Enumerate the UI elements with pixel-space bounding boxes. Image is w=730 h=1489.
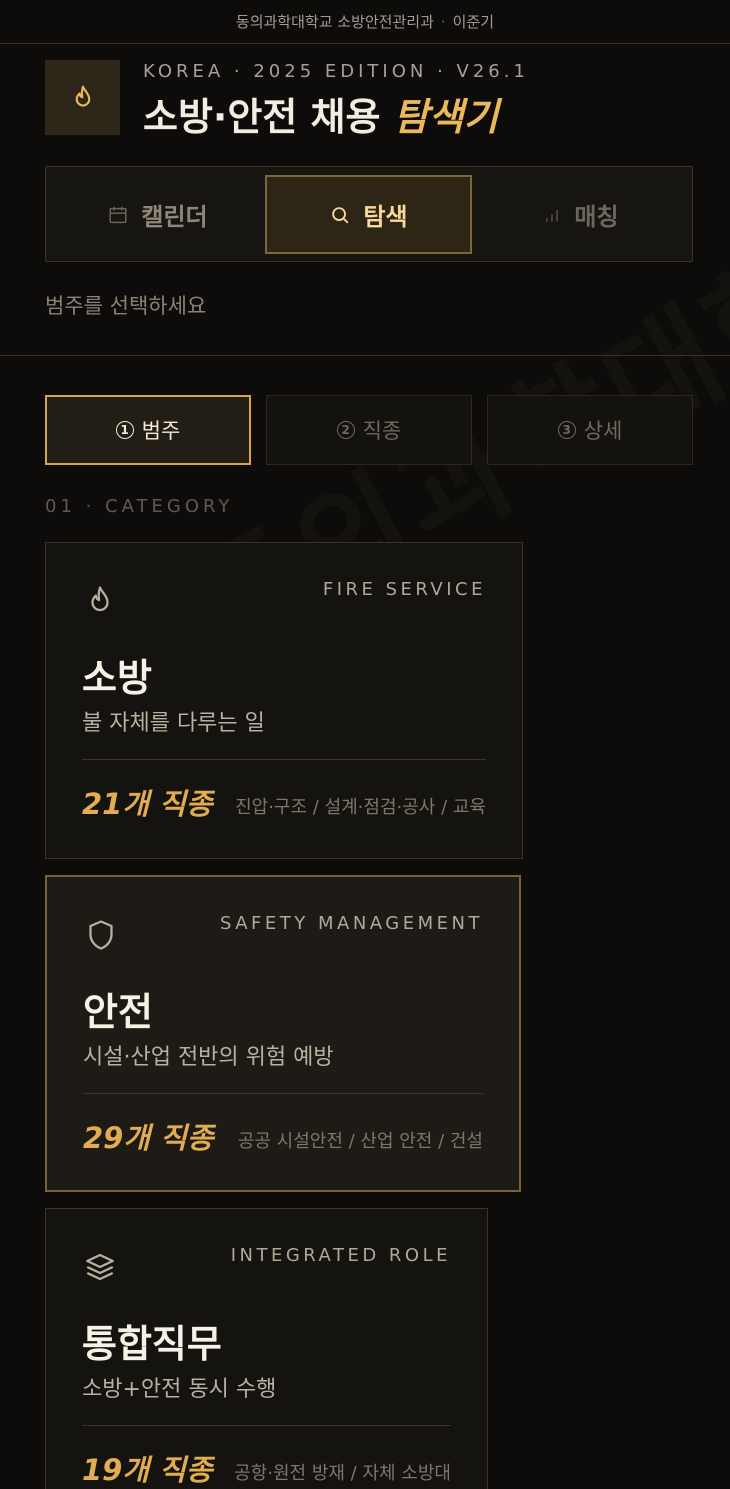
category-description: 불 자체를 다루는 일: [82, 711, 265, 736]
edition-label: KOREA · 2025 EDITION · V26.1: [143, 61, 529, 82]
step-category[interactable]: 1 범주: [45, 395, 251, 465]
main-tabs: 캘린더 탐색 매칭: [45, 166, 693, 262]
category-card-fire[interactable]: FIRE SERVICE 소방 불 자체를 다루는 일 21개 직종 진압·구조…: [45, 542, 523, 859]
step-detail[interactable]: 3 상세: [487, 395, 693, 465]
category-card-safety[interactable]: SAFETY MANAGEMENT 안전 시설·산업 전반의 위험 예방 29개…: [45, 875, 521, 1192]
category-en-label: INTEGRATED ROLE: [230, 1245, 451, 1266]
title-accent: 탐색기: [393, 95, 499, 139]
job-count: 19개 직종: [82, 1453, 213, 1487]
app-title: 소방·안전 채용 탐색기: [143, 86, 499, 141]
role-list: 공항·원전 방재 / 자체 소방대: [234, 1463, 451, 1484]
flame-icon: [75, 85, 90, 107]
category-description: 소방+안전 동시 수행: [82, 1377, 277, 1402]
category-title: 소방: [82, 656, 152, 700]
tab-search[interactable]: 탐색: [265, 175, 472, 254]
flame-icon: [91, 586, 109, 612]
bar-chart-icon: [546, 209, 559, 222]
category-title: 안전: [83, 990, 153, 1034]
instruction-text: 범주를 선택하세요: [45, 294, 207, 318]
role-list: 공공 시설안전 / 산업 안전 / 건설: [237, 1131, 483, 1152]
step-number: 1: [115, 421, 134, 439]
job-count: 21개 직종: [82, 787, 213, 821]
tab-calendar-label: 캘린더: [141, 203, 208, 231]
step-number: 2: [336, 421, 355, 439]
org-name: 동의과학대학교 소방안전관리과: [235, 13, 434, 31]
step-label: 범주: [141, 419, 181, 443]
role-list: 진압·구조 / 설계·점검·공사 / 교육: [235, 797, 486, 818]
step-label: 상세: [583, 419, 623, 443]
step-number: 3: [557, 421, 576, 439]
tab-calendar[interactable]: 캘린더: [54, 175, 261, 254]
card-divider: [82, 1425, 451, 1426]
category-description: 시설·산업 전반의 위험 예방: [83, 1045, 334, 1070]
card-divider: [83, 1093, 483, 1094]
card-divider: [82, 759, 486, 760]
calendar-icon: [109, 206, 127, 223]
shield-icon: [89, 920, 113, 950]
step-label: 직종: [362, 419, 402, 443]
brand-logo: [45, 60, 120, 135]
tab-search-label: 탐색: [363, 203, 408, 231]
category-title: 통합직무: [82, 1322, 222, 1366]
section-label: 01 · CATEGORY: [45, 496, 234, 517]
category-card-integrated[interactable]: INTEGRATED ROLE 통합직무 소방+안전 동시 수행 19개 직종 …: [45, 1208, 488, 1489]
job-count: 29개 직종: [83, 1121, 214, 1155]
step-job-type[interactable]: 2 직종: [266, 395, 472, 465]
divider: [0, 355, 730, 356]
title-main: 소방·안전 채용: [143, 95, 381, 139]
tab-matching[interactable]: 매칭: [477, 175, 684, 254]
category-en-label: FIRE SERVICE: [322, 579, 486, 600]
author-name: 이준기: [452, 13, 495, 31]
tab-matching-label: 매칭: [574, 203, 619, 231]
top-bar: 동의과학대학교 소방안전관리과 · 이준기: [0, 0, 730, 44]
separator: ·: [440, 12, 446, 31]
category-en-label: SAFETY MANAGEMENT: [219, 913, 483, 934]
layers-icon: [86, 1253, 114, 1281]
search-icon: [332, 206, 349, 223]
